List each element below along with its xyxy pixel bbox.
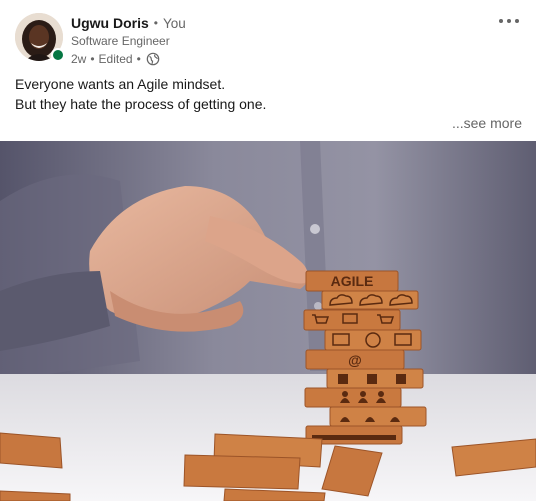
post-body: Everyone wants an Agile mindset. But the… <box>15 74 266 114</box>
agile-block-label: AGILE <box>331 273 374 289</box>
feed-post-card: Ugwu Doris • You Software Engineer 2w • … <box>0 0 536 501</box>
author-name[interactable]: Ugwu Doris <box>71 15 149 31</box>
post-text-line-2: But they hate the process of getting one… <box>15 96 267 112</box>
people-icon <box>340 398 386 403</box>
head-icon-3 <box>378 391 384 397</box>
shirt-button <box>310 224 320 234</box>
head-icon <box>342 391 348 397</box>
agile-blocks-photo[interactable]: AGILE @ <box>0 141 536 501</box>
time-separator: • <box>90 51 95 66</box>
block-team <box>329 406 427 427</box>
more-options-button[interactable] <box>496 12 522 30</box>
head-icon-2 <box>360 391 366 397</box>
name-separator: • <box>153 16 158 30</box>
loose-block-1 <box>0 432 63 469</box>
crowd-icon <box>312 435 396 440</box>
post-timestamp-line: 2w • Edited • <box>71 51 186 66</box>
author-name-line: Ugwu Doris • You <box>71 14 186 32</box>
post-text-line-1: Everyone wants an Agile mindset. <box>15 76 226 92</box>
author-headline: Software Engineer <box>71 34 170 48</box>
see-more-link[interactable]: ...see more <box>452 115 522 131</box>
block-people <box>304 387 402 408</box>
block-cart <box>303 309 401 331</box>
block-cloud <box>321 290 419 310</box>
more-horizontal-icon <box>499 19 519 23</box>
globe-icon <box>146 52 160 65</box>
edited-label: Edited <box>98 51 133 66</box>
edited-separator: • <box>136 51 141 66</box>
online-status-badge <box>51 48 65 62</box>
loose-block-3 <box>183 454 301 490</box>
shirt-button-2 <box>314 302 322 310</box>
post-image[interactable]: AGILE @ <box>0 141 536 501</box>
author-meta: Ugwu Doris • You Software Engineer 2w • … <box>71 14 186 66</box>
relation-label: You <box>162 15 186 31</box>
post-header: Ugwu Doris • You Software Engineer 2w • … <box>0 0 536 70</box>
post-time: 2w <box>71 51 87 66</box>
at-symbol: @ <box>348 352 362 368</box>
author-avatar-wrapper[interactable] <box>15 13 65 62</box>
